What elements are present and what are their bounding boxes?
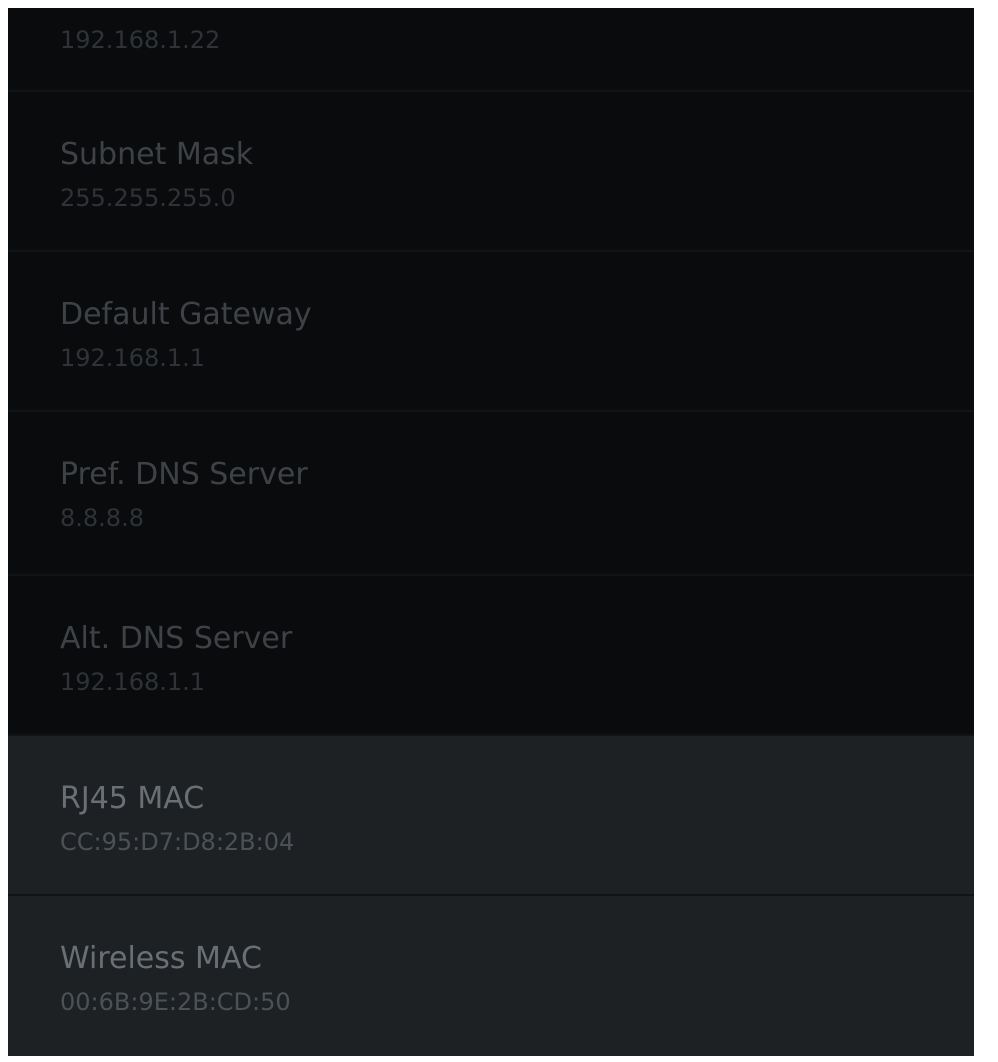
subnet-mask-row[interactable]: Subnet Mask 255.255.255.0 — [8, 92, 974, 252]
wireless-mac-row[interactable]: Wireless MAC 00:6B:9E:2B:CD:50 — [8, 896, 974, 1056]
alt-dns-row[interactable]: Alt. DNS Server 192.168.1.1 — [8, 576, 974, 736]
ip-address-value: 192.168.1.22 — [60, 26, 221, 54]
alt-dns-label: Alt. DNS Server — [60, 621, 293, 656]
pref-dns-row[interactable]: Pref. DNS Server 8.8.8.8 — [8, 412, 974, 576]
subnet-mask-label: Subnet Mask — [60, 137, 254, 172]
rj45-mac-row[interactable]: RJ45 MAC CC:95:D7:D8:2B:04 — [8, 736, 974, 896]
pref-dns-label: Pref. DNS Server — [60, 457, 308, 492]
rj45-mac-value: CC:95:D7:D8:2B:04 — [60, 828, 295, 856]
default-gateway-value: 192.168.1.1 — [60, 344, 206, 372]
wireless-mac-value: 00:6B:9E:2B:CD:50 — [60, 988, 291, 1016]
default-gateway-row[interactable]: Default Gateway 192.168.1.1 — [8, 252, 974, 412]
default-gateway-label: Default Gateway — [60, 297, 312, 332]
ip-address-row[interactable]: 192.168.1.22 — [8, 8, 974, 92]
pref-dns-value: 8.8.8.8 — [60, 504, 144, 532]
rj45-mac-label: RJ45 MAC — [60, 781, 205, 816]
wireless-mac-label: Wireless MAC — [60, 941, 262, 976]
subnet-mask-value: 255.255.255.0 — [60, 184, 236, 212]
network-info-screen: 192.168.1.22 Subnet Mask 255.255.255.0 D… — [8, 8, 974, 1056]
alt-dns-value: 192.168.1.1 — [60, 668, 206, 696]
